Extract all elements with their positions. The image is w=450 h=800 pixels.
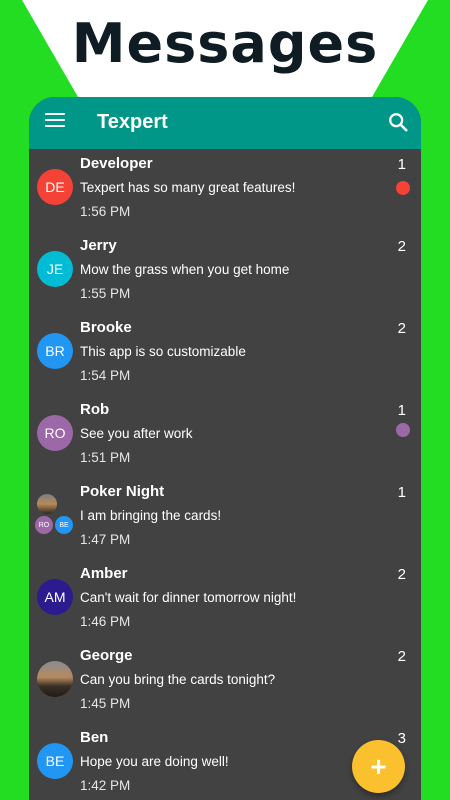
- message-count: 1: [397, 402, 406, 419]
- group-member-avatar: RO: [35, 516, 53, 534]
- message-time: 1:56 PM: [80, 204, 131, 219]
- group-avatar: RO BE: [35, 494, 75, 538]
- conversation-row[interactable]: JE Jerry Mow the grass when you get home…: [29, 231, 421, 313]
- unread-indicator: [396, 423, 410, 437]
- avatar: RO: [37, 415, 73, 451]
- avatar: DE: [37, 169, 73, 205]
- message-time: 1:54 PM: [80, 368, 131, 383]
- message-time: 1:51 PM: [80, 450, 131, 465]
- message-time: 1:55 PM: [80, 286, 131, 301]
- avatar-photo: [37, 661, 73, 697]
- contact-name: Jerry: [80, 237, 117, 254]
- unread-indicator: [396, 181, 410, 195]
- message-preview: Can you bring the cards tonight?: [80, 672, 276, 687]
- message-count: 3: [397, 730, 406, 747]
- message-preview: Mow the grass when you get home: [80, 262, 290, 277]
- message-preview: See you after work: [80, 426, 193, 441]
- conversation-row[interactable]: AM Amber Can't wait for dinner tomorrow …: [29, 559, 421, 641]
- conversation-row[interactable]: RO Rob See you after work 1:51 PM 1: [29, 395, 421, 477]
- conversation-row[interactable]: George Can you bring the cards tonight? …: [29, 641, 421, 723]
- message-preview: Can't wait for dinner tomorrow night!: [80, 590, 297, 605]
- message-count: 2: [397, 648, 406, 665]
- phone-screen: Texpert DE Developer Texpert has so many…: [29, 97, 421, 800]
- avatar: AM: [37, 579, 73, 615]
- message-time: 1:42 PM: [80, 778, 131, 793]
- group-member-photo: [37, 494, 57, 514]
- contact-name: Amber: [80, 565, 128, 582]
- contact-name: Brooke: [80, 319, 132, 336]
- compose-fab-button[interactable]: +: [352, 740, 405, 793]
- message-count: 1: [397, 484, 406, 501]
- contact-name: Rob: [80, 401, 110, 418]
- conversation-row[interactable]: BR Brooke This app is so customizable 1:…: [29, 313, 421, 395]
- contact-name: Ben: [80, 729, 109, 746]
- message-count: 1: [397, 156, 406, 173]
- conversation-row[interactable]: RO BE Poker Night I am bringing the card…: [29, 477, 421, 559]
- avatar: BE: [37, 743, 73, 779]
- contact-name: Poker Night: [80, 483, 165, 500]
- avatar: BR: [37, 333, 73, 369]
- avatar: JE: [37, 251, 73, 287]
- group-member-avatar: BE: [55, 516, 73, 534]
- app-title: Texpert: [97, 111, 168, 133]
- headline: Messages: [71, 12, 379, 75]
- message-count: 2: [397, 238, 406, 255]
- message-preview: Hope you are doing well!: [80, 754, 229, 769]
- message-time: 1:46 PM: [80, 614, 131, 629]
- message-preview: Texpert has so many great features!: [80, 180, 296, 195]
- message-time: 1:47 PM: [80, 532, 131, 547]
- app-bar: Texpert: [29, 97, 421, 149]
- hamburger-menu-icon[interactable]: [45, 113, 65, 129]
- message-preview: This app is so customizable: [80, 344, 246, 359]
- message-count: 2: [397, 320, 406, 337]
- message-time: 1:45 PM: [80, 696, 131, 711]
- search-icon[interactable]: [387, 111, 409, 133]
- contact-name: George: [80, 647, 133, 664]
- message-preview: I am bringing the cards!: [80, 508, 222, 523]
- plus-icon: +: [370, 750, 387, 782]
- conversation-row[interactable]: DE Developer Texpert has so many great f…: [29, 149, 421, 231]
- conversation-list: DE Developer Texpert has so many great f…: [29, 149, 421, 800]
- message-count: 2: [397, 566, 406, 583]
- contact-name: Developer: [80, 155, 153, 172]
